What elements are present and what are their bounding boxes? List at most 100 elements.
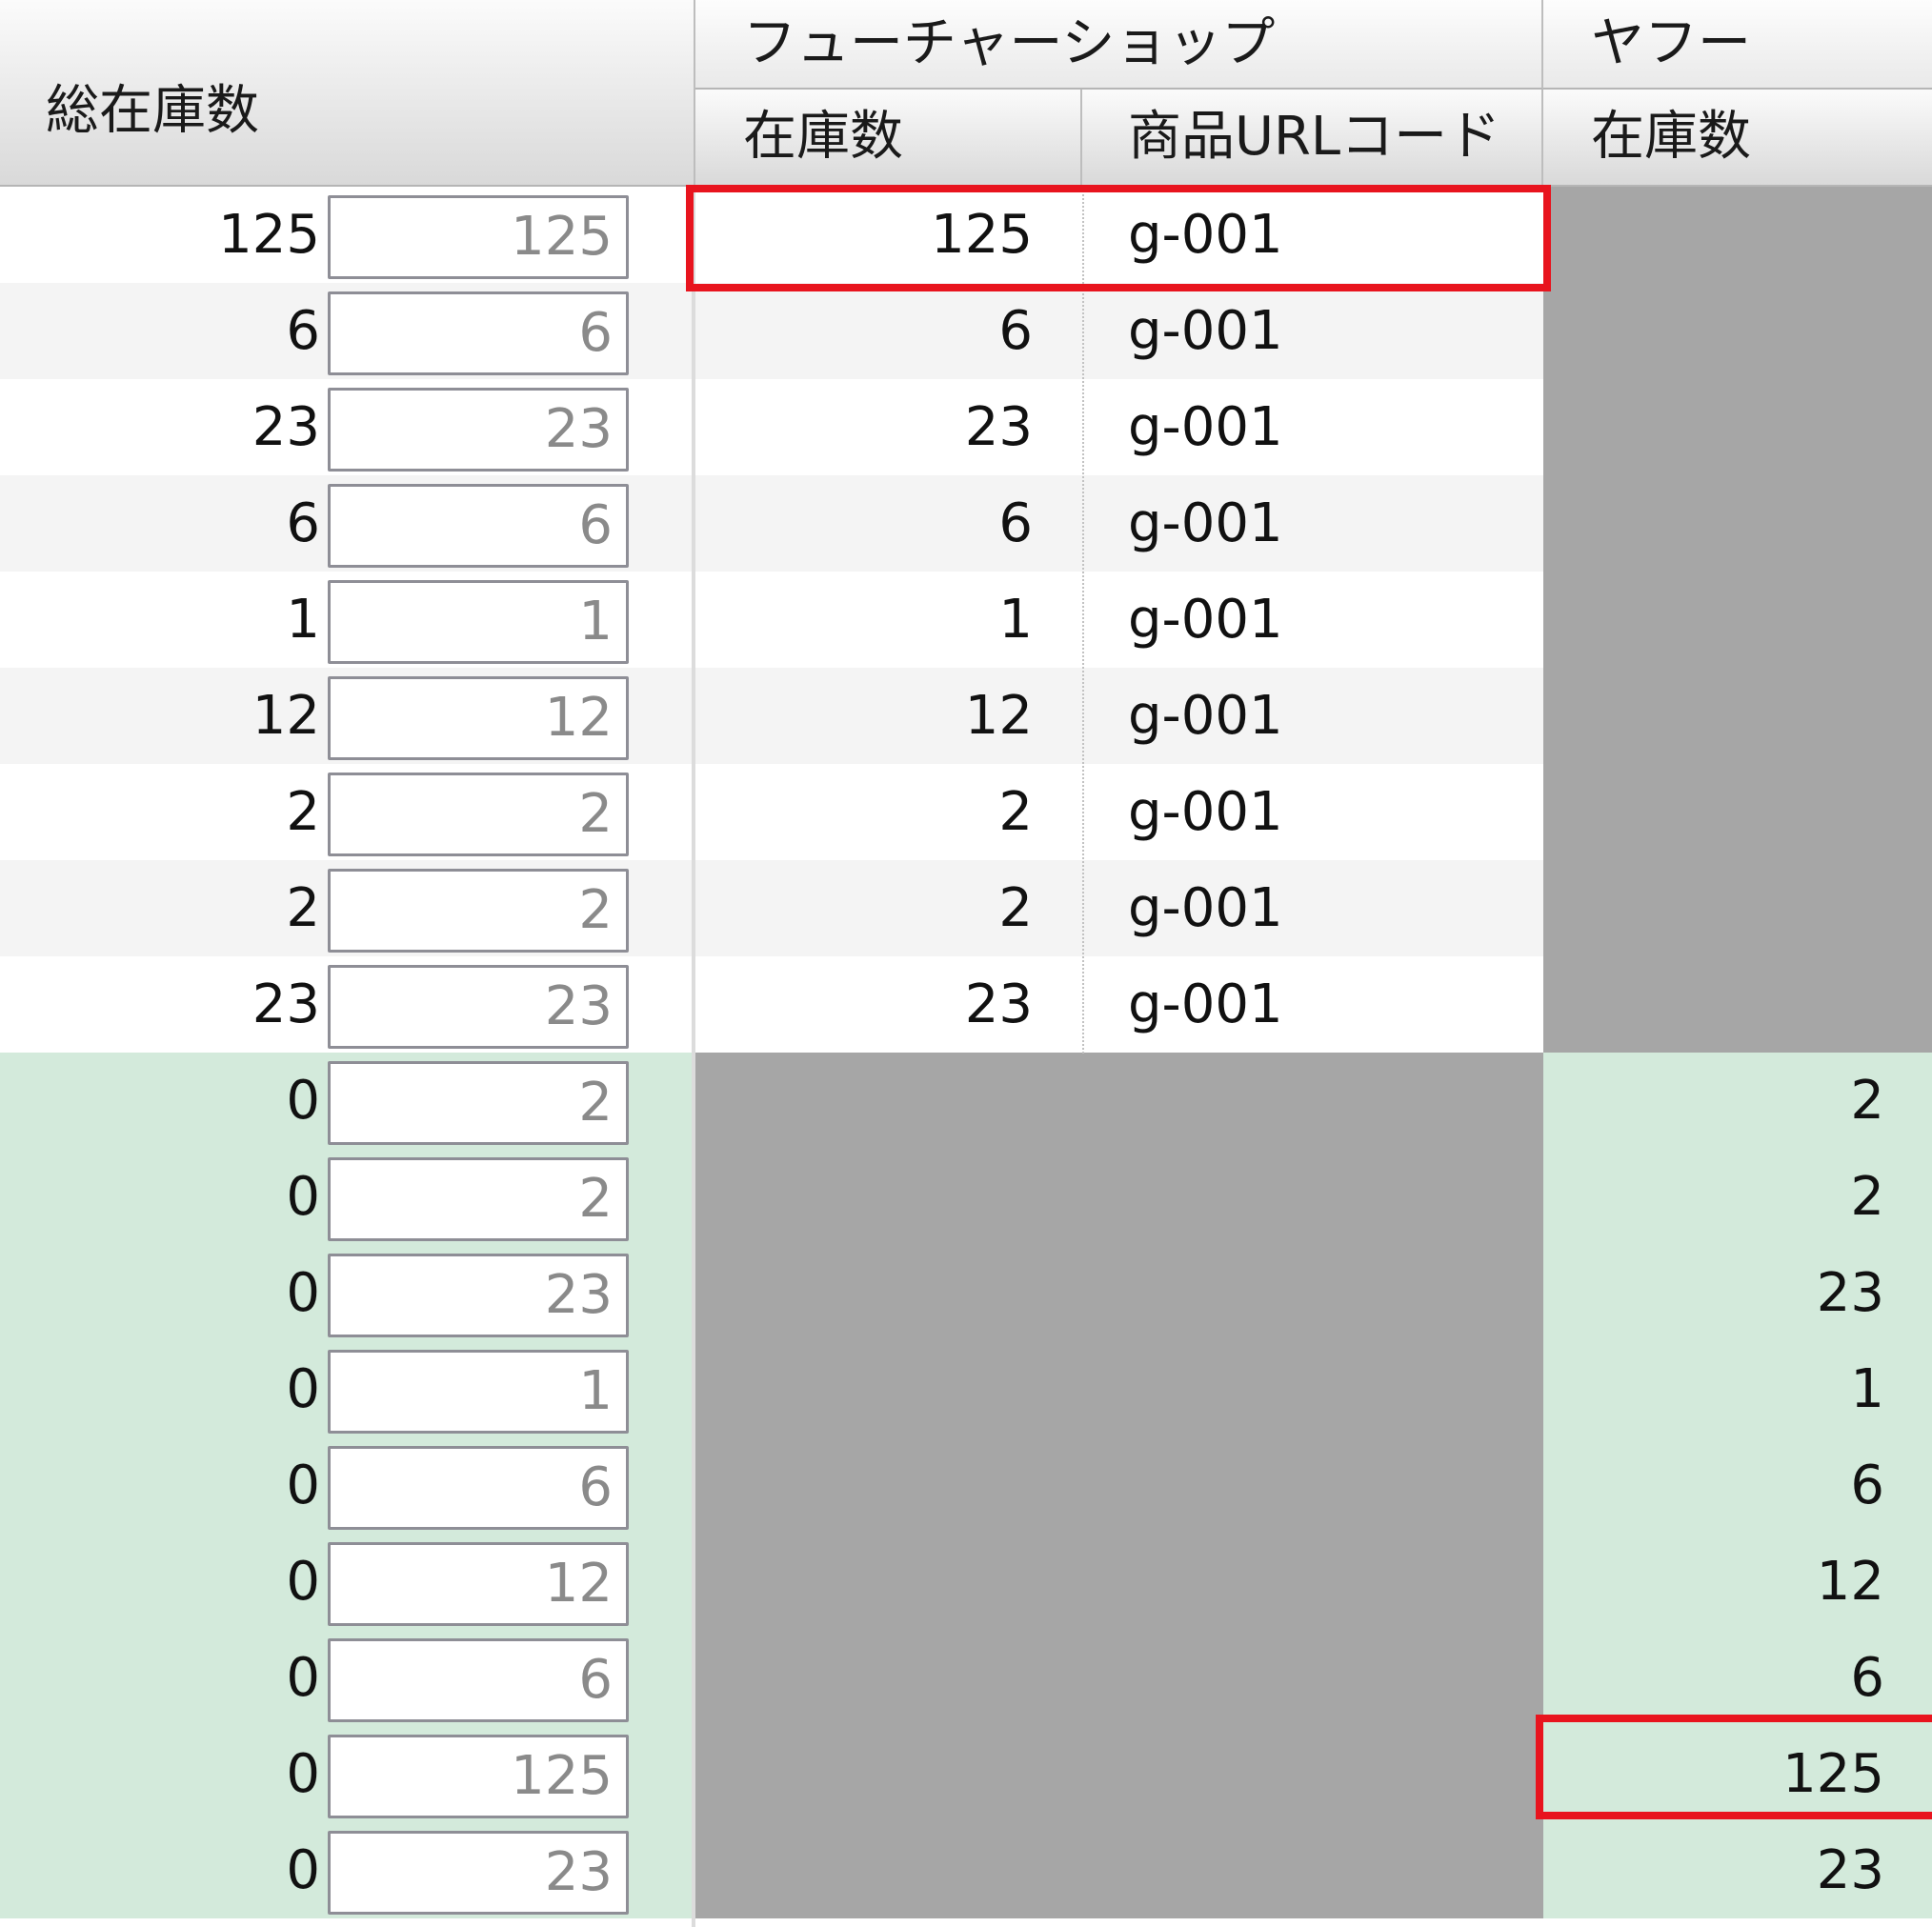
stock-input[interactable]: 6 bbox=[328, 291, 629, 375]
stock-input[interactable]: 12 bbox=[328, 1542, 629, 1626]
header-yahoo-label: ヤフー bbox=[1591, 12, 1751, 74]
future-shop-stock-cell[interactable]: 6 bbox=[695, 475, 1082, 572]
future-shop-url-code-value: g-001 bbox=[1128, 974, 1283, 1035]
total-stock-value: 125 bbox=[218, 204, 320, 266]
yahoo-stock-cell[interactable]: 6 bbox=[1543, 1437, 1932, 1534]
table-row-total[interactable]: 12 12 bbox=[0, 668, 692, 764]
disabled-cell bbox=[1543, 475, 1932, 572]
total-stock-value: 2 bbox=[286, 877, 320, 939]
disabled-cell bbox=[695, 1726, 1082, 1822]
future-shop-url-code-value: g-001 bbox=[1128, 396, 1283, 458]
yahoo-stock-value: 23 bbox=[1816, 1262, 1884, 1324]
future-shop-url-code-cell[interactable]: g-001 bbox=[1082, 283, 1543, 379]
header-total-stock[interactable]: 総在庫数 bbox=[0, 0, 695, 187]
stock-input[interactable]: 23 bbox=[328, 388, 629, 472]
disabled-cell bbox=[1543, 379, 1932, 475]
header-future-shop-stock[interactable]: 在庫数 bbox=[695, 90, 1082, 187]
future-shop-stock-cell[interactable]: 23 bbox=[695, 956, 1082, 1053]
stock-input[interactable]: 23 bbox=[328, 1254, 629, 1337]
table-row-total[interactable]: 22 bbox=[0, 764, 692, 860]
future-shop-stock-cell[interactable]: 23 bbox=[695, 379, 1082, 475]
future-shop-stock-cell[interactable]: 2 bbox=[695, 860, 1082, 956]
disabled-cell bbox=[695, 1245, 1082, 1341]
total-stock-value: 0 bbox=[286, 1551, 320, 1613]
disabled-cell bbox=[695, 1630, 1082, 1726]
total-stock-value: 23 bbox=[252, 974, 320, 1035]
future-shop-stock-cell[interactable]: 2 bbox=[695, 764, 1082, 860]
stock-input[interactable]: 125 bbox=[328, 1735, 629, 1818]
stock-input[interactable]: 12 bbox=[328, 676, 629, 760]
disabled-cell bbox=[1082, 1053, 1543, 1149]
table-row-total[interactable]: 02 bbox=[0, 1149, 692, 1245]
future-shop-stock-value: 23 bbox=[964, 974, 1033, 1035]
table-row-total[interactable]: 22 bbox=[0, 860, 692, 956]
future-shop-url-code-value: g-001 bbox=[1128, 877, 1283, 939]
table-row-total[interactable]: 66 bbox=[0, 283, 692, 379]
table-row-total[interactable]: 0 23 bbox=[0, 1245, 692, 1341]
table-row-total[interactable]: 66 bbox=[0, 475, 692, 572]
stock-input[interactable]: 2 bbox=[328, 1061, 629, 1145]
future-shop-stock-value: 2 bbox=[998, 781, 1033, 843]
header-yahoo[interactable]: ヤフー bbox=[1543, 0, 1932, 90]
yahoo-stock-value: 2 bbox=[1850, 1166, 1884, 1228]
table-row-total[interactable]: 11 bbox=[0, 572, 692, 668]
future-shop-url-code-cell[interactable]: g-001 bbox=[1082, 956, 1543, 1053]
stock-input[interactable]: 2 bbox=[328, 773, 629, 856]
yahoo-stock-cell[interactable]: 12 bbox=[1543, 1534, 1932, 1630]
table-row-total[interactable]: 23 23 bbox=[0, 956, 692, 1053]
column-divider bbox=[692, 187, 695, 1927]
stock-input[interactable]: 2 bbox=[328, 1157, 629, 1241]
disabled-cell bbox=[695, 1053, 1082, 1149]
table-row-total[interactable]: 02 bbox=[0, 1053, 692, 1149]
future-shop-url-code-cell[interactable]: g-001 bbox=[1082, 475, 1543, 572]
future-shop-stock-value: 2 bbox=[998, 877, 1033, 939]
yahoo-stock-cell[interactable]: 6 bbox=[1543, 1630, 1932, 1726]
future-shop-url-code-value: g-001 bbox=[1128, 300, 1283, 362]
yahoo-stock-cell[interactable]: 23 bbox=[1543, 1245, 1932, 1341]
disabled-cell bbox=[1082, 1630, 1543, 1726]
yahoo-stock-value: 2 bbox=[1850, 1070, 1884, 1132]
table-row-total[interactable]: 23 23 bbox=[0, 379, 692, 475]
future-shop-url-code-cell[interactable]: g-001 bbox=[1082, 668, 1543, 764]
table-row-total[interactable]: 0 12 bbox=[0, 1534, 692, 1630]
future-shop-stock-cell[interactable]: 6 bbox=[695, 283, 1082, 379]
yahoo-stock-value: 6 bbox=[1850, 1455, 1884, 1516]
yahoo-stock-cell[interactable]: 1 bbox=[1543, 1341, 1932, 1437]
header-future-shop[interactable]: フューチャーショップ bbox=[695, 0, 1543, 90]
table-row-total[interactable]: 0 23 bbox=[0, 1822, 692, 1918]
stock-input[interactable]: 6 bbox=[328, 484, 629, 568]
highlight-future-shop-row bbox=[686, 185, 1551, 291]
header-yahoo-stock[interactable]: 在庫数 bbox=[1543, 90, 1932, 187]
future-shop-stock-cell[interactable]: 1 bbox=[695, 572, 1082, 668]
stock-input[interactable]: 2 bbox=[328, 869, 629, 953]
future-shop-url-code-cell[interactable]: g-001 bbox=[1082, 860, 1543, 956]
header-future-shop-url-code-label: 商品URLコード bbox=[1128, 106, 1501, 168]
stock-input[interactable]: 23 bbox=[328, 965, 629, 1049]
future-shop-url-code-value: g-001 bbox=[1128, 685, 1283, 747]
stock-input[interactable]: 1 bbox=[328, 580, 629, 664]
future-shop-url-code-value: g-001 bbox=[1128, 781, 1283, 843]
table-row-total[interactable]: 06 bbox=[0, 1630, 692, 1726]
yahoo-stock-cell[interactable]: 23 bbox=[1543, 1822, 1932, 1918]
stock-input[interactable]: 23 bbox=[328, 1831, 629, 1915]
stock-input[interactable]: 1 bbox=[328, 1350, 629, 1434]
table-row-total[interactable]: 01 bbox=[0, 1341, 692, 1437]
table-row-total[interactable]: 0 125 bbox=[0, 1726, 692, 1822]
table-row-total[interactable]: 125 125 bbox=[0, 187, 692, 283]
yahoo-stock-cell[interactable]: 2 bbox=[1543, 1053, 1932, 1149]
disabled-cell bbox=[1543, 283, 1932, 379]
future-shop-url-code-cell[interactable]: g-001 bbox=[1082, 572, 1543, 668]
inventory-grid: 総在庫数 フューチャーショップ ヤフー 在庫数 商品URLコード 在庫数 125… bbox=[0, 0, 1932, 1927]
disabled-cell bbox=[1082, 1726, 1543, 1822]
stock-input[interactable]: 6 bbox=[328, 1446, 629, 1530]
total-stock-value: 0 bbox=[286, 1743, 320, 1805]
header-future-shop-url-code[interactable]: 商品URLコード bbox=[1082, 90, 1543, 187]
future-shop-url-code-cell[interactable]: g-001 bbox=[1082, 379, 1543, 475]
yahoo-stock-cell[interactable]: 2 bbox=[1543, 1149, 1932, 1245]
future-shop-stock-cell[interactable]: 12 bbox=[695, 668, 1082, 764]
table-row-total[interactable]: 06 bbox=[0, 1437, 692, 1534]
disabled-cell bbox=[1082, 1822, 1543, 1918]
stock-input[interactable]: 6 bbox=[328, 1638, 629, 1722]
future-shop-url-code-cell[interactable]: g-001 bbox=[1082, 764, 1543, 860]
stock-input[interactable]: 125 bbox=[328, 195, 629, 279]
